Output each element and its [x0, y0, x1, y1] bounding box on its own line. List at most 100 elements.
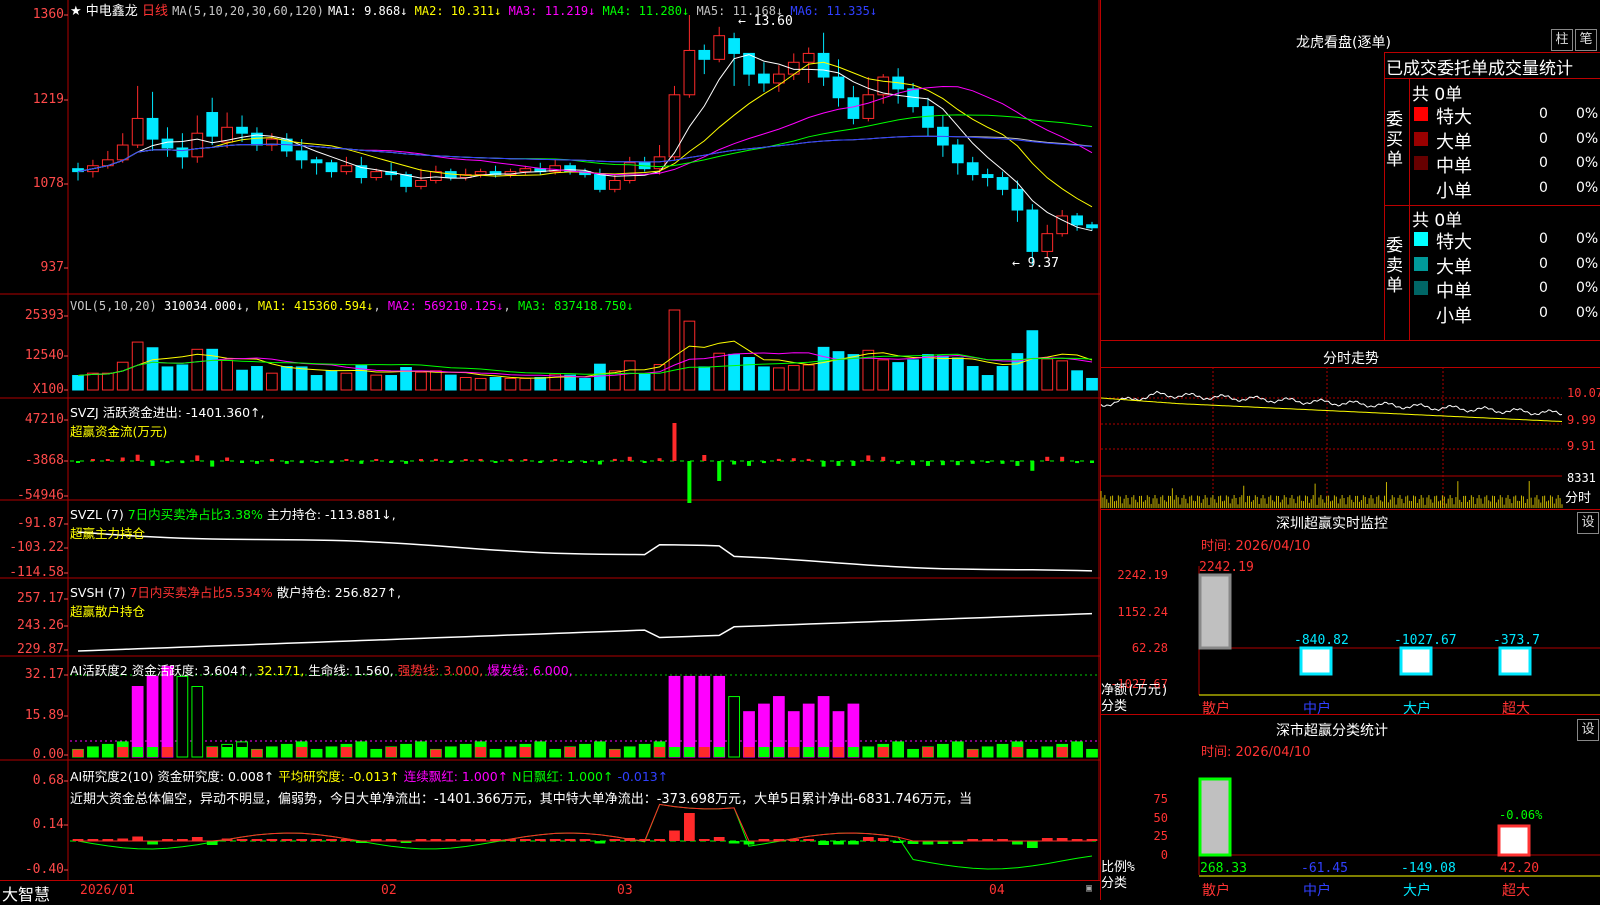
ai3-bar-49 [803, 839, 815, 841]
ai3-bar-51 [833, 841, 844, 845]
main-tick-1: 1219 [32, 92, 64, 107]
vol-bar-49 [802, 364, 815, 391]
svzj-bar-59 [955, 461, 960, 466]
ai3-note: 近期大资金总体偏空，异动不明显，偏弱势，今日大单净流出：-1401.366万元，… [70, 792, 973, 807]
ai2-base-57 [922, 747, 934, 757]
ai2-tick-0: 32.17 [24, 667, 64, 682]
candle-body-42 [698, 49, 711, 60]
ai3-tick-1: 0.14 [32, 817, 64, 832]
vol-bar-61 [981, 375, 994, 391]
svzj-bar-57 [925, 461, 930, 466]
ai3-bar-53 [862, 837, 874, 841]
vol-bar-18 [340, 372, 353, 391]
svzj-bar-50 [821, 461, 826, 467]
vol-bar-16 [310, 375, 323, 391]
ai2-base-12 [251, 749, 263, 757]
candle-body-11 [236, 126, 248, 134]
ai2-base-5 [147, 747, 158, 757]
high-mark: ← 13.60 [738, 14, 793, 29]
svzl-tick-2: -114.58 [9, 565, 64, 580]
svzj-bar-46 [761, 461, 766, 464]
ai3-bar-34 [579, 839, 591, 841]
lock-icon[interactable]: ▣ [1086, 883, 1092, 894]
sell-row-name-1: 大单 [1436, 256, 1472, 278]
sell-row-pct-0: 0% [1576, 231, 1599, 247]
ai2-base-24 [430, 749, 442, 757]
vol-bar-59 [951, 357, 964, 391]
intraday-vol-label: 8331 [1567, 471, 1596, 485]
svzj-bar-4 [135, 454, 140, 461]
star-icon[interactable]: ★ [70, 4, 82, 19]
svzj-bar-66 [1060, 456, 1065, 461]
vol-bar-33 [564, 374, 576, 391]
vol-bar-8 [191, 348, 204, 391]
svzj-bar-8 [195, 455, 200, 461]
ai2-bar-6 [161, 665, 174, 758]
svzj-bar-48 [791, 458, 796, 461]
ma-value-6: MA6: 11.335↓ [783, 4, 878, 18]
buy-row-swatch-3 [1414, 180, 1428, 195]
ai2-base-33 [564, 747, 576, 757]
ai2-base-68 [1086, 749, 1098, 757]
svzj-bar-26 [463, 459, 468, 461]
sz-class-title: 深市超赢分类统计 [1276, 723, 1388, 739]
bar-view-button[interactable]: 柱 [1551, 29, 1573, 51]
ai3-bar-43 [713, 837, 725, 841]
svzj-bar-3 [120, 457, 125, 461]
sz-class-time: 时间: 2026/04/10 [1201, 745, 1311, 760]
svzj-bar-6 [165, 461, 170, 464]
sz-monitor-title: 深圳超赢实时监控 [1276, 516, 1388, 532]
candle-body-7 [176, 147, 189, 158]
ai3-bar-52 [848, 841, 859, 845]
candle-body-36 [608, 179, 621, 190]
kline-chart-area[interactable] [0, 0, 1100, 880]
sell-row-swatch-1 [1414, 256, 1428, 271]
ai3-header: AI研究度2(10) 资金研究度: 0.008↑ 平均研究度: -0.013↑ … [70, 769, 669, 784]
candle-body-30 [519, 168, 532, 173]
period-label[interactable]: 日线 [142, 4, 168, 19]
candle-body-35 [594, 174, 606, 190]
ai2-base-66 [1056, 747, 1068, 757]
vol-bar-46 [758, 366, 770, 391]
ai3-bar-15 [296, 839, 308, 841]
ai2-base-65 [1041, 747, 1053, 757]
vol-bar-42 [698, 366, 711, 391]
candle-body-41 [683, 49, 696, 96]
svzj-tick-0: 47210 [24, 412, 64, 427]
candle-body-18 [340, 165, 353, 173]
ai3-line-green [77, 803, 1093, 870]
candle-body-17 [325, 162, 338, 173]
sell-row-swatch-3 [1414, 305, 1428, 320]
svzj-bar-68 [1090, 461, 1094, 463]
svsh-tick-1: 243.26 [17, 618, 64, 633]
svzj-tick-1: -3868 [24, 453, 64, 468]
ai2-base-9 [206, 747, 218, 757]
svzj-bar-52 [851, 461, 856, 466]
buy-row-swatch-2 [1414, 156, 1428, 170]
candle-body-15 [295, 150, 308, 161]
candle-body-63 [1011, 188, 1024, 211]
ai2-base-16 [311, 749, 322, 757]
brand-label: 大智慧 [2, 885, 51, 904]
vol-bar-29 [504, 377, 517, 391]
stock-name[interactable]: 中电鑫龙 [86, 4, 138, 19]
ai2-base-31 [534, 747, 546, 757]
sell-row-swatch-2 [1414, 281, 1428, 295]
candle-body-62 [996, 177, 1009, 190]
ai2-base-19 [355, 747, 367, 757]
svzj-bar-7 [180, 461, 185, 464]
ai2-base-50 [818, 747, 829, 757]
ai3-tick-0: 0.68 [32, 773, 64, 788]
sz-monitor-settings-button[interactable]: 设 [1577, 512, 1599, 534]
sz-class-settings-button[interactable]: 设 [1577, 719, 1599, 741]
ai2-base-25 [445, 747, 457, 757]
sell-row-name-2: 中单 [1436, 281, 1472, 302]
right-panel: 龙虎看盘(逐单) 柱 笔 已成交委托单成交量统计 委买单 共 0单 特大 0 0% 大… [1100, 0, 1600, 900]
candle-body-16 [310, 159, 323, 164]
tick-view-button[interactable]: 笔 [1575, 29, 1597, 51]
svzj-bar-42 [702, 455, 707, 461]
candle-body-60 [966, 162, 979, 176]
ai3-bar-63 [1012, 841, 1023, 845]
vol-bar-60 [966, 366, 979, 391]
ai2-bar-7 [176, 675, 189, 758]
